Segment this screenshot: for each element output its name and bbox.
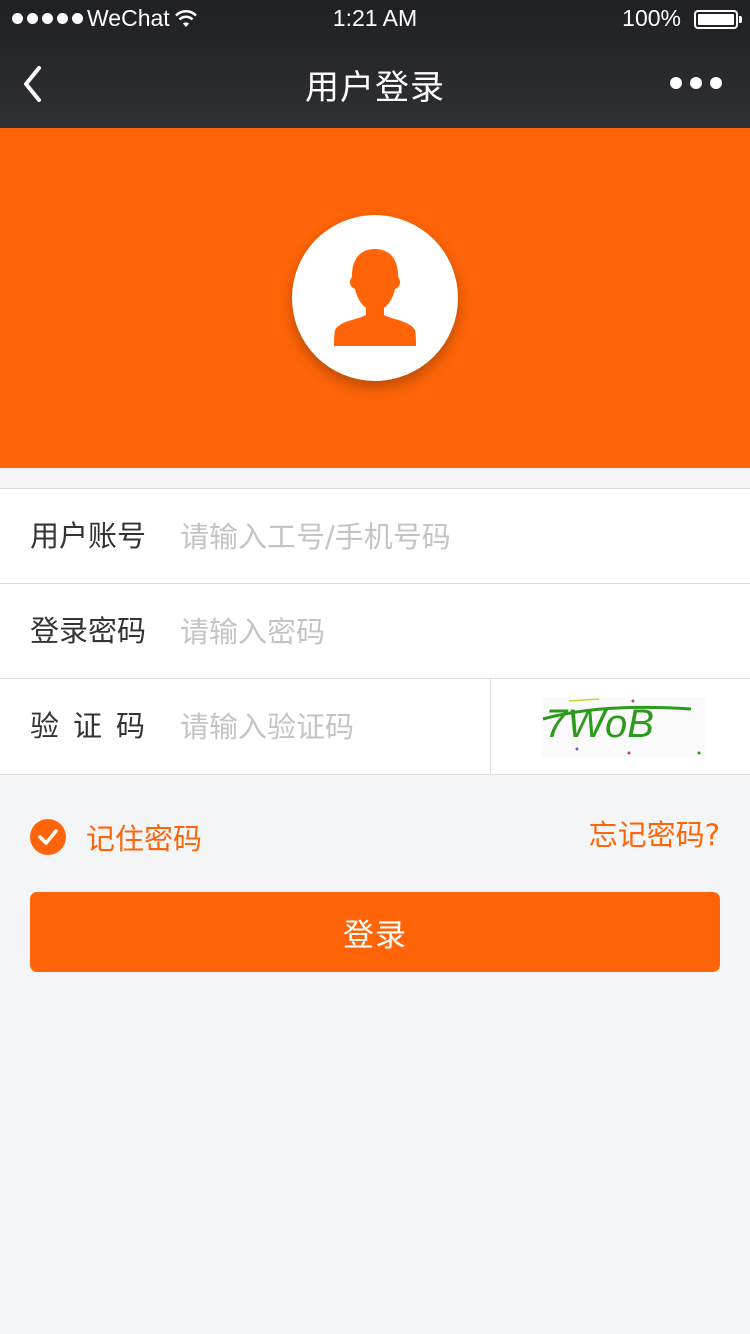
login-button[interactable]: 登录 bbox=[30, 892, 720, 972]
user-avatar-icon bbox=[334, 249, 416, 346]
hero-banner bbox=[0, 128, 750, 468]
password-row: 登录密码 bbox=[0, 584, 750, 679]
captcha-row: 验证码 7WoB bbox=[0, 679, 750, 775]
battery-percent: 100% bbox=[622, 5, 681, 31]
account-row: 用户账号 bbox=[0, 489, 750, 584]
remember-password-toggle[interactable]: 记住密码 bbox=[30, 816, 202, 858]
status-bar: WeChat 1:21 AM 100% bbox=[0, 0, 750, 40]
battery-icon bbox=[694, 10, 742, 29]
avatar bbox=[292, 215, 458, 381]
password-label: 登录密码 bbox=[30, 614, 147, 648]
checkmark-icon bbox=[30, 819, 66, 855]
captcha-image[interactable]: 7WoB bbox=[490, 679, 750, 774]
remember-password-label: 记住密码 bbox=[86, 822, 203, 856]
forgot-password-link[interactable]: 忘记密码? bbox=[589, 816, 720, 854]
captcha-label: 验证码 bbox=[30, 709, 160, 743]
top-bar: WeChat 1:21 AM 100% 用户登录 bbox=[0, 0, 750, 128]
account-label: 用户账号 bbox=[30, 519, 147, 553]
captcha-input[interactable] bbox=[180, 679, 470, 774]
login-form: 用户账号 登录密码 验证码 7WoB bbox=[0, 488, 750, 775]
account-input[interactable] bbox=[180, 489, 700, 584]
page-title: 用户登录 bbox=[305, 68, 445, 108]
captcha-graphic: 7WoB bbox=[541, 697, 705, 757]
password-input[interactable] bbox=[180, 584, 700, 679]
more-dots-icon[interactable] bbox=[670, 77, 722, 89]
